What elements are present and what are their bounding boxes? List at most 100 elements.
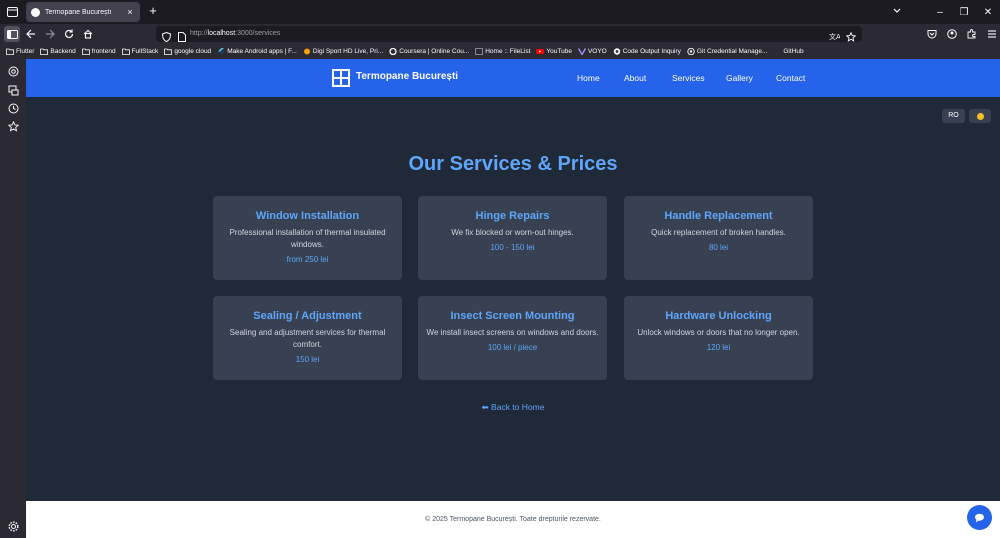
site-brand[interactable]: Termopane București: [356, 71, 458, 82]
tab-close-icon[interactable]: ×: [125, 7, 135, 17]
service-price: 150 lei: [295, 355, 320, 364]
url-prefix: http://: [190, 30, 208, 37]
nav-link-contact[interactable]: Contact: [776, 73, 805, 83]
chatgpt-icon: [613, 48, 620, 55]
sidebar-settings-gear-icon[interactable]: [7, 520, 19, 532]
bookmark-item[interactable]: VOYO: [577, 48, 607, 55]
service-price: 100 lei / piece: [487, 343, 538, 352]
account-icon[interactable]: [944, 26, 960, 42]
history-clock-icon[interactable]: [7, 102, 19, 114]
service-description: Professional installation of thermal ins…: [229, 228, 386, 249]
filelist-icon: [475, 48, 484, 55]
bookmarks-toolbar: Flutter Backend frontend FullStack googl…: [0, 44, 1000, 59]
minimize-button[interactable]: –: [928, 7, 952, 18]
list-all-tabs-chevron-icon[interactable]: [890, 4, 904, 18]
bookmark-label: Make Android apps | F...: [227, 48, 297, 55]
url-bar[interactable]: http://localhost:3000/services 文A: [156, 26, 862, 43]
reload-icon[interactable]: [61, 26, 77, 42]
site-footer: © 2025 Termopane București. Toate dreptu…: [26, 501, 1000, 538]
bookmark-item[interactable]: FullStack: [121, 48, 159, 55]
service-title: Hinge Repairs: [475, 210, 550, 222]
home-icon[interactable]: [80, 26, 96, 42]
svg-text:文A: 文A: [829, 32, 840, 41]
ai-chatbot-icon[interactable]: [7, 65, 19, 77]
service-description: We fix blocked or worn-out hinges.: [451, 228, 574, 237]
bookmark-item[interactable]: Home :: FileList: [475, 48, 530, 55]
chat-bubble-button[interactable]: [967, 505, 992, 530]
window-controls: – ❐ ✕: [928, 0, 1000, 24]
bookmark-item[interactable]: Make Android apps | F...: [217, 48, 297, 55]
bookmark-item[interactable]: Code Output Inquiry: [613, 48, 681, 55]
github-icon: [687, 48, 695, 55]
bookmark-label: FullStack: [131, 48, 159, 55]
synced-tabs-icon[interactable]: [7, 84, 19, 96]
web-page: Termopane București Home About Services …: [26, 59, 1000, 538]
service-card: Insect Screen Mounting We install insect…: [418, 296, 607, 380]
bookmark-item[interactable]: YouTube: [536, 48, 572, 55]
service-description: We install insect screens on windows and…: [426, 328, 599, 337]
service-card: Hinge Repairs We fix blocked or worn-out…: [418, 196, 607, 280]
url-host: localhost: [207, 30, 236, 37]
folder-icon: [81, 48, 90, 55]
tab-list-icon[interactable]: [4, 4, 20, 20]
folder-icon: [121, 48, 130, 55]
bookmark-item[interactable]: Flutter: [6, 48, 34, 55]
nav-link-about[interactable]: About: [624, 73, 646, 83]
service-title: Sealing / Adjustment: [253, 310, 362, 322]
close-window-button[interactable]: ✕: [976, 7, 1000, 18]
bookmark-item[interactable]: Digi Sport HD Live, Pri...: [303, 48, 383, 55]
forward-arrow-icon[interactable]: [42, 26, 58, 42]
restore-button[interactable]: ❐: [952, 7, 976, 18]
sun-icon: [976, 112, 984, 120]
bookmark-label: Flutter: [16, 48, 35, 55]
service-price: 100 - 150 lei: [490, 243, 535, 252]
pocket-icon[interactable]: [924, 26, 940, 42]
bookmark-item[interactable]: google cloud: [164, 48, 211, 55]
bookmark-item[interactable]: GitHub: [783, 48, 803, 55]
bookmark-label: frontend: [91, 48, 116, 55]
url-text[interactable]: http://localhost:3000/services: [190, 29, 280, 39]
extensions-icon[interactable]: [964, 26, 980, 42]
service-title: Window Installation: [255, 210, 360, 222]
nav-link-services[interactable]: Services: [672, 73, 705, 83]
tab-title: Termopane București: [45, 8, 112, 16]
bookmark-item[interactable]: Git Credential Manage...: [687, 48, 767, 55]
page-title: Our Services & Prices: [408, 153, 618, 175]
bookmark-item[interactable]: frontend: [81, 48, 116, 55]
sidebar-toggle-icon[interactable]: [4, 26, 20, 42]
coursera-icon: [389, 48, 397, 55]
site-favicon-icon: [31, 7, 40, 17]
nav-link-gallery[interactable]: Gallery: [726, 73, 753, 83]
service-description: Unlock windows or doors that no longer o…: [637, 328, 800, 337]
bookmark-item[interactable]: Coursera | Online Cou...: [389, 48, 469, 55]
service-description: Sealing and adjustment services for ther…: [229, 328, 386, 349]
bookmark-label: Git Credential Manage...: [696, 48, 768, 55]
service-price: from 250 lei: [286, 255, 329, 264]
bookmark-label: Home :: FileList: [485, 48, 531, 55]
flutter-icon: [218, 48, 225, 54]
nav-link-home[interactable]: Home: [577, 73, 600, 83]
bookmark-label: Code Output Inquiry: [622, 48, 681, 55]
hamburger-menu-icon[interactable]: [984, 26, 1000, 42]
site-header: Termopane București Home About Services …: [26, 59, 1000, 97]
browser-tab-bar: Termopane București × + – ❐ ✕: [0, 0, 1000, 24]
service-card: Sealing / Adjustment Sealing and adjustm…: [213, 296, 402, 380]
browser-tab-active[interactable]: Termopane București ×: [26, 2, 140, 22]
window-logo-icon[interactable]: [332, 69, 350, 87]
url-path: :3000/services: [235, 30, 281, 37]
bookmarks-star-icon[interactable]: [7, 120, 19, 132]
new-tab-button[interactable]: +: [146, 4, 160, 18]
voyo-icon: [577, 48, 586, 55]
bookmark-label: GitHub: [783, 48, 804, 55]
service-card: Window Installation Professional install…: [213, 196, 402, 280]
chat-icon: [975, 513, 984, 522]
back-arrow-icon[interactable]: [23, 26, 39, 42]
footer-copyright: © 2025 Termopane București. Toate dreptu…: [425, 516, 601, 523]
back-to-home-link[interactable]: ⬅ Back to Home: [26, 402, 1000, 413]
theme-toggle-button[interactable]: [969, 109, 991, 123]
service-card: Handle Replacement Quick replacement of …: [624, 196, 813, 280]
language-toggle-button[interactable]: RO: [942, 109, 965, 123]
bookmark-item[interactable]: Backend: [40, 48, 76, 55]
folder-icon: [40, 48, 49, 55]
service-card: Hardware Unlocking Unlock windows or doo…: [624, 296, 813, 380]
